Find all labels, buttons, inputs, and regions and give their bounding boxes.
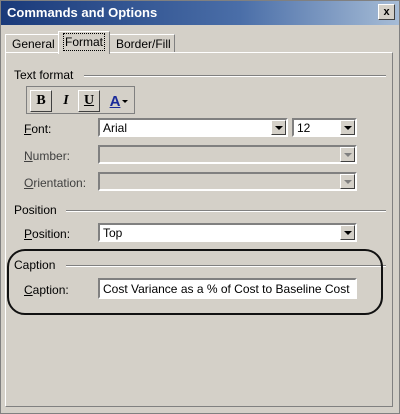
underline-icon: U [83,93,95,108]
tab-format[interactable]: Format [58,31,110,54]
caption-highlight-annotation [7,249,383,315]
tab-general[interactable]: General [5,34,59,53]
tab-label: Border/Fill [116,37,171,51]
chevron-down-icon [343,125,352,130]
position-group-label: Position [14,203,57,217]
font-select-value: Arial [103,121,128,135]
underline-button[interactable]: U [78,90,100,112]
chevron-down-icon [343,152,352,157]
number-select [98,145,357,164]
orientation-dropdown-button [340,174,355,189]
chevron-down-icon [122,99,129,103]
close-button[interactable]: x [378,4,395,20]
font-dropdown-button[interactable] [271,120,286,135]
chevron-down-icon [343,230,352,235]
bold-icon: B [36,93,46,108]
bold-button[interactable]: B [30,90,52,112]
number-label: Number: [24,149,71,163]
number-dropdown-button [340,147,355,162]
text-format-group-label: Text format [14,68,74,82]
tab-label: Format [62,33,106,51]
orientation-label: Orientation: [24,176,87,190]
position-select[interactable]: Top [98,223,357,242]
chevron-down-icon [274,125,283,130]
tab-label: General [12,37,55,51]
position-label: Position: [24,227,71,241]
close-icon: x [383,5,390,18]
font-size-dropdown-button[interactable] [340,120,355,135]
group-divider [66,210,386,212]
font-select[interactable]: Arial [98,118,288,137]
font-size-select[interactable]: 12 [292,118,357,137]
commands-and-options-dialog: Commands and Options x General Format Bo… [0,0,400,414]
italic-icon: I [63,93,69,108]
italic-button[interactable]: I [55,90,77,112]
font-color-button[interactable]: A [105,90,133,112]
position-select-value: Top [103,226,123,240]
position-dropdown-button[interactable] [340,225,355,240]
title-bar[interactable]: Commands and Options x [1,1,399,25]
font-color-icon: A [109,92,121,110]
font-label: Font: [24,122,52,136]
window-title: Commands and Options [7,5,158,20]
format-tab-panel: Text format B I U A Font: Arial 12 Numbe… [5,52,393,407]
font-size-value: 12 [297,121,311,135]
tab-border-fill[interactable]: Border/Fill [109,34,175,53]
group-divider [84,75,386,77]
text-style-toolbar: B I U A [26,86,135,114]
chevron-down-icon [343,179,352,184]
orientation-select [98,172,357,191]
